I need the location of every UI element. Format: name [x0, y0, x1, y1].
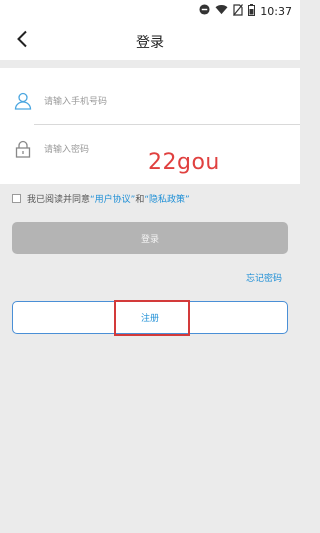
no-sim-icon: [233, 3, 244, 19]
user-agreement-link[interactable]: “用户协议”: [90, 192, 135, 205]
status-bar: 10:37: [0, 0, 300, 22]
page-title: 登录: [136, 35, 164, 51]
agreement-checkbox[interactable]: [12, 193, 21, 203]
login-button[interactable]: 登录: [12, 222, 288, 254]
phone-field-divider: [34, 124, 300, 125]
privacy-policy-link[interactable]: “隐私政策”: [144, 192, 189, 205]
agreement-prefix: 我已阅读并同意: [27, 194, 91, 205]
agreement-row: 我已阅读并同意 “用户协议” 和 “隐私政策”: [12, 191, 190, 205]
do-not-disturb-icon: [199, 4, 210, 18]
register-highlight-box: [114, 300, 190, 336]
phone-input[interactable]: [42, 91, 266, 113]
lock-icon: [14, 140, 32, 158]
forgot-password-link[interactable]: 忘记密码: [246, 271, 282, 284]
watermark-text: 22gou: [148, 150, 220, 175]
app-bar: 登录: [0, 22, 300, 60]
status-icons: 10:37: [199, 3, 292, 19]
status-time: 10:37: [260, 4, 292, 18]
agreement-conjunction: 和: [135, 194, 145, 205]
wifi-icon: [215, 4, 228, 18]
user-icon: [14, 92, 32, 110]
phone-field: [0, 78, 300, 125]
battery-icon: [248, 3, 256, 19]
